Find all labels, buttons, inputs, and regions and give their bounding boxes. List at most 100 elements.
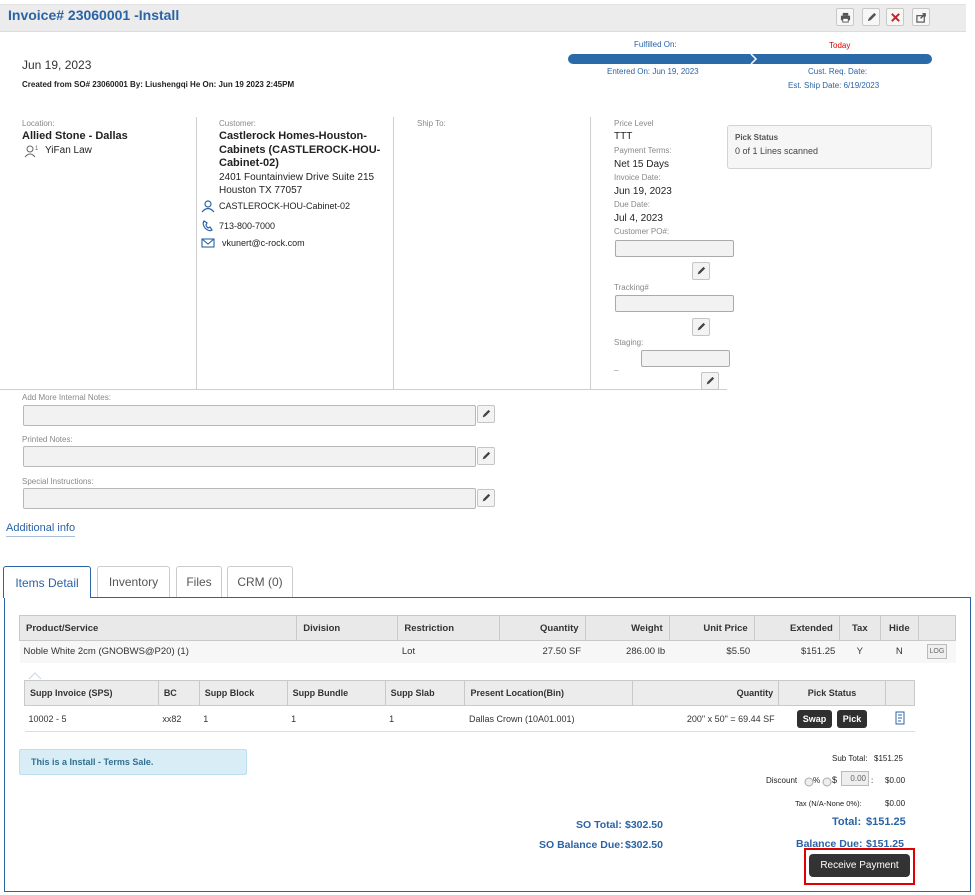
today-label: Today — [829, 41, 851, 50]
tab-inventory[interactable]: Inventory — [97, 566, 170, 597]
total-label: Total: — [832, 816, 862, 828]
internal-notes-edit-button[interactable] — [477, 405, 495, 423]
col-supp-invoice: Supp Invoice (SPS) — [24, 680, 159, 706]
delete-button[interactable] — [886, 8, 904, 26]
internal-notes-label: Add More Internal Notes: — [22, 393, 111, 402]
supp-invoice-cell: 10002 - 5 — [24, 705, 159, 732]
supp-slab-cell: 1 — [385, 705, 465, 732]
pencil-icon — [482, 451, 491, 460]
pencil-icon — [482, 493, 491, 502]
chevron-right-icon — [750, 53, 758, 65]
so-balance-label: SO Balance Due: — [539, 839, 624, 851]
tab-files[interactable]: Files — [176, 566, 222, 597]
pick-button[interactable]: Pick — [836, 709, 868, 728]
additional-info-link[interactable]: Additional info — [6, 522, 76, 537]
col-extended: Extended — [753, 615, 840, 641]
items-table: Product/Service Division Restriction Qua… — [18, 615, 957, 663]
location-cell: Dallas Crown (10A01.001) — [464, 705, 633, 732]
pick-status-title: Pick Status — [735, 133, 779, 142]
percent-symbol: % — [813, 776, 821, 785]
column-divider — [590, 117, 591, 389]
quantity-cell: 27.50 SF — [542, 646, 582, 658]
col-quantity: Quantity — [499, 615, 586, 641]
col-actions — [917, 615, 957, 641]
tab-crm[interactable]: CRM (0) — [227, 566, 293, 597]
special-instructions-edit-button[interactable] — [477, 489, 495, 507]
weight-cell: 286.00 lb — [626, 646, 666, 658]
discount-label: Discount — [766, 776, 798, 785]
print-button[interactable] — [836, 8, 854, 26]
discount-input[interactable] — [841, 771, 869, 786]
dollar-radio-icon[interactable] — [822, 777, 832, 787]
col-supp-quantity: Quantity — [632, 680, 780, 706]
invoice-date-value: Jun 19, 2023 — [614, 186, 672, 197]
tax-value: $0.00 — [885, 799, 906, 808]
col-bc: BC — [157, 680, 200, 706]
customer-po-edit-button[interactable] — [692, 262, 710, 280]
swap-button[interactable]: Swap — [796, 709, 833, 728]
product-cell[interactable]: Noble White 2cm (GNOBWS@P20) (1) — [20, 641, 297, 663]
customer-po-label: Customer PO#: — [614, 227, 670, 236]
customer-po-input[interactable] — [615, 240, 734, 257]
fulfilled-on-label: Fulfilled On: — [634, 40, 677, 49]
so-balance-value: $302.50 — [625, 839, 663, 851]
customer-email[interactable]: vkunert@c-rock.com — [222, 238, 305, 248]
customer-contact[interactable]: CASTLEROCK-HOU-Cabinet-02 — [219, 201, 350, 211]
pencil-icon — [482, 409, 491, 418]
page-title: Invoice# 23060001 -Install — [8, 7, 180, 23]
pick-status-text: 0 of 1 Lines scanned — [735, 146, 819, 156]
email-icon — [201, 238, 215, 248]
special-instructions-input[interactable] — [23, 488, 476, 509]
staging-sub: _ — [614, 362, 619, 371]
discount-amount: $0.00 — [885, 776, 906, 785]
division-cell — [297, 641, 398, 663]
receive-payment-button[interactable]: Receive Payment — [809, 854, 910, 877]
phone-icon — [202, 220, 213, 232]
col-supp-block: Supp Block — [198, 680, 288, 706]
sub-total-value: $151.25 — [874, 754, 903, 763]
printed-notes-edit-button[interactable] — [477, 447, 495, 465]
section-divider — [0, 389, 727, 390]
staging-input[interactable] — [641, 350, 730, 367]
table-row[interactable]: Noble White 2cm (GNOBWS@P20) (1) Lot 27.… — [19, 640, 956, 663]
tracking-input[interactable] — [615, 295, 734, 312]
discount-colon: : — [871, 776, 874, 785]
tab-items-detail[interactable]: Items Detail — [3, 566, 91, 598]
col-supp-slab: Supp Slab — [384, 680, 466, 706]
edit-button[interactable] — [862, 8, 880, 26]
expand-caret-icon — [28, 672, 42, 680]
pencil-icon — [697, 266, 706, 275]
share-icon — [915, 12, 926, 23]
payment-terms-label: Payment Terms: — [614, 146, 672, 155]
col-supp-bundle: Supp Bundle — [286, 680, 386, 706]
so-total-label: SO Total: — [576, 819, 622, 831]
supplier-slab-table: Supp Invoice (SPS) BC Supp Block Supp Bu… — [24, 680, 916, 732]
customer-phone[interactable]: 713-800-7000 — [219, 221, 275, 231]
tax-cell: Y — [856, 646, 863, 658]
share-button[interactable] — [912, 8, 930, 26]
col-division: Division — [296, 615, 399, 641]
staging-edit-button[interactable] — [701, 372, 719, 390]
contact-person-icon — [201, 200, 215, 213]
customer-label: Customer: — [219, 119, 256, 128]
pencil-icon — [697, 322, 706, 331]
due-date-label: Due Date: — [614, 200, 651, 209]
tax-label: Tax (N/A-None 0%): — [795, 799, 862, 808]
location-name: Allied Stone - Dallas — [22, 130, 128, 142]
supplier-table-header: Supp Invoice (SPS) BC Supp Block Supp Bu… — [24, 680, 916, 706]
tracking-edit-button[interactable] — [692, 318, 710, 336]
svg-text:1: 1 — [35, 146, 38, 152]
customer-address-line2: Houston TX 77057 — [219, 185, 303, 196]
col-supp-actions — [884, 680, 916, 706]
payment-terms-value: Net 15 Days — [614, 159, 670, 170]
col-tax: Tax — [838, 615, 881, 641]
tracking-label: Tracking# — [614, 283, 649, 292]
invoice-date-label: Invoice Date: — [614, 173, 661, 182]
customer-name[interactable]: Castlerock Homes-Houston-Cabinets (CASTL… — [219, 130, 387, 171]
log-button[interactable]: LOG — [926, 644, 948, 660]
internal-notes-input[interactable] — [23, 405, 476, 426]
document-icon[interactable] — [894, 711, 906, 725]
printed-notes-input[interactable] — [23, 446, 476, 467]
price-level-value: TTT — [614, 131, 633, 142]
col-pick-status: Pick Status — [778, 680, 886, 706]
